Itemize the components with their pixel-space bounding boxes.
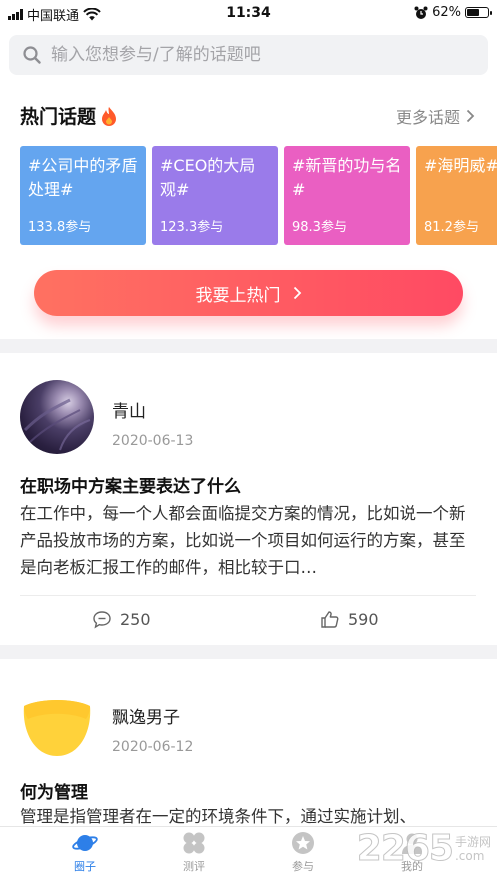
topic-title: #CEO的大局观#	[160, 156, 256, 199]
clover-icon	[183, 832, 205, 854]
post-title[interactable]: 何为管理	[20, 778, 88, 803]
watermark-line2: .com	[454, 848, 485, 863]
topic-title: #公司中的矛盾处理#	[28, 156, 138, 199]
watermark-logo: 2265 手游网 .com	[356, 828, 491, 870]
section-divider	[0, 339, 497, 353]
topic-card[interactable]: #公司中的矛盾处理# 133.8参与	[20, 146, 146, 245]
topic-count: 133.8参与	[28, 220, 92, 235]
tab-join[interactable]: 参与	[273, 831, 333, 874]
post-author[interactable]: 青山	[112, 397, 146, 422]
post-date: 2020-06-13	[112, 433, 194, 449]
tab-review[interactable]: 测评	[164, 831, 224, 874]
battery-percent: 62%	[432, 5, 461, 20]
topic-count: 123.3参与	[160, 220, 224, 235]
topic-cards: #公司中的矛盾处理# 133.8参与 #CEO的大局观# 123.3参与 #新晋…	[20, 146, 497, 246]
post-title[interactable]: 在职场中方案主要表达了什么	[20, 472, 241, 497]
go-hot-label: 我要上热门	[195, 285, 281, 306]
status-bar: 中国联通 11:34 62%	[0, 0, 497, 26]
post-body: 管理是指管理者在一定的环境条件下，通过实施计划、	[20, 807, 416, 826]
avatar-image	[23, 700, 91, 756]
avatar-image	[23, 398, 91, 451]
post-author[interactable]: 飘逸男子	[112, 703, 180, 728]
watermark-number: 2265	[356, 828, 454, 870]
section-divider	[0, 645, 497, 659]
topic-card[interactable]: #CEO的大局观# 123.3参与	[152, 146, 278, 245]
post-body: 在工作中，每一个人都会面临提交方案的情况，比如说一个新产品投放市场的方案，比如说…	[20, 504, 466, 577]
avatar[interactable]	[20, 686, 94, 760]
search-input[interactable]	[51, 45, 471, 65]
avatar[interactable]	[20, 380, 94, 454]
hot-topics-title: 热门话题	[20, 106, 97, 128]
post-separator	[20, 595, 476, 596]
more-topics-label: 更多话题	[395, 108, 460, 127]
planet-icon	[72, 835, 98, 851]
topic-card[interactable]: #海明威# 81.2参与	[416, 146, 497, 245]
tab-label: 圈子	[74, 860, 96, 873]
tab-label: 参与	[292, 860, 314, 873]
topic-count: 81.2参与	[424, 220, 479, 235]
tab-circle[interactable]: 圈子	[55, 831, 115, 874]
chevron-right-icon	[466, 109, 475, 123]
watermark-line1: 手游网	[454, 834, 491, 849]
tab-label: 测评	[183, 860, 205, 873]
topic-title: #海明威#	[424, 156, 497, 175]
fire-icon	[102, 106, 117, 126]
battery-icon	[465, 7, 492, 18]
go-hot-button[interactable]: 我要上热门	[34, 270, 463, 316]
topic-card[interactable]: #新晋的功与名# 98.3参与	[284, 146, 410, 245]
search-bar[interactable]	[9, 35, 488, 75]
star-badge-icon	[292, 832, 314, 854]
comment-icon	[93, 611, 111, 629]
more-topics-link[interactable]: 更多话题	[396, 104, 475, 128]
like-button[interactable]: 590	[320, 610, 379, 629]
topic-count: 98.3参与	[292, 220, 347, 235]
like-count: 590	[348, 610, 379, 629]
comment-count: 250	[120, 610, 151, 629]
comment-button[interactable]: 250	[92, 610, 151, 629]
hot-topics-heading: 热门话题	[20, 102, 118, 129]
post-date: 2020-06-12	[112, 739, 194, 755]
thumbs-up-icon	[321, 611, 339, 628]
alarm-icon	[414, 6, 428, 19]
topic-title: #新晋的功与名#	[292, 156, 402, 199]
chevron-right-icon	[293, 286, 301, 300]
search-icon	[23, 46, 41, 64]
